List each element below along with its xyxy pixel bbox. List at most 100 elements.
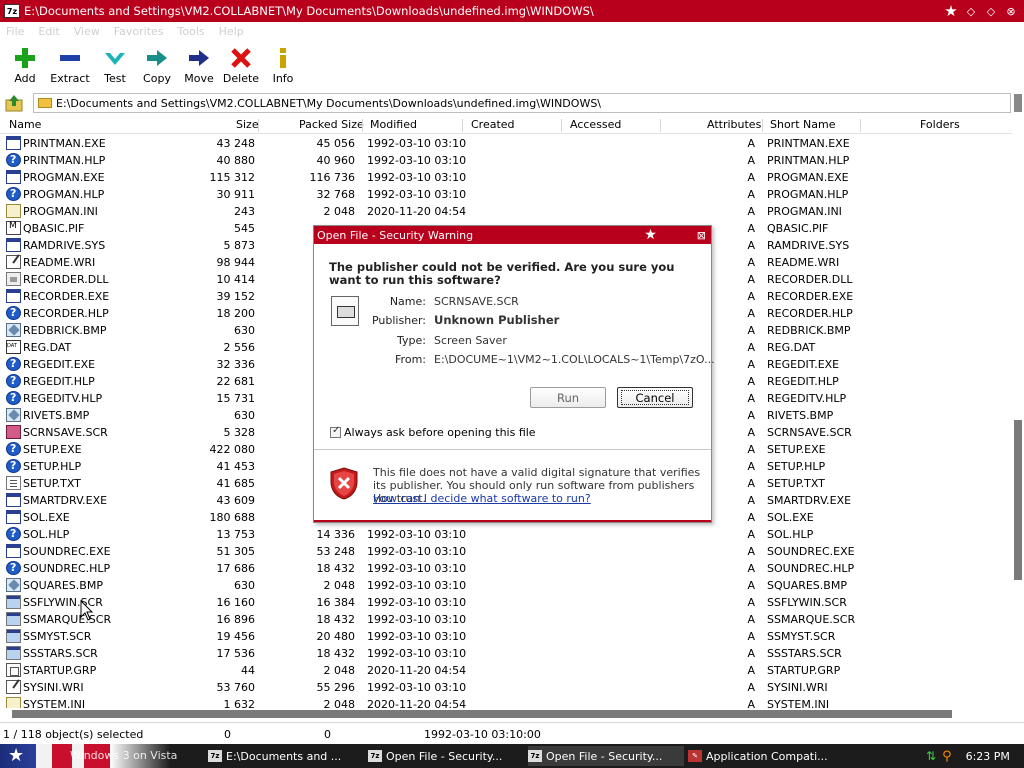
cell-packed-size: 14 336	[316, 528, 356, 541]
network-icon[interactable]: ⇅	[926, 749, 936, 763]
cell-attributes: A	[747, 154, 755, 167]
column-packed-size[interactable]: Packed Size	[299, 118, 364, 131]
address-bar: E:\Documents and Settings\VM2.COLLABNET\…	[0, 91, 1024, 115]
cell-name: SOL.HLP	[23, 528, 70, 541]
dialog-close-icon[interactable]: ⊠	[697, 229, 706, 242]
cell-short-name: SCRNSAVE.SCR	[767, 426, 852, 439]
help-link[interactable]: How can I decide what software to run?	[373, 492, 591, 505]
menu-edit[interactable]: Edit	[38, 25, 59, 38]
star-icon[interactable]: ★	[644, 227, 657, 243]
column-modified[interactable]: Modified	[370, 118, 417, 131]
address-field[interactable]: E:\Documents and Settings\VM2.COLLABNET\…	[33, 93, 1011, 113]
table-row[interactable]: SSMARQUE.SCR 16 896 18 432 1992-03-10 03:10…	[0, 611, 1012, 628]
table-row[interactable]: PROGMAN.HLP 30 911 32 768 1992-03-10 03:10 A…	[0, 186, 1012, 203]
taskbar-item-app-compatibility[interactable]: ✎ Application Compati...	[688, 746, 844, 766]
cell-attributes: A	[747, 613, 755, 626]
table-row[interactable]: SOUNDREC.HLP 17 686 18 432 1992-03-10 03:10…	[0, 560, 1012, 577]
cell-size: 32 336	[216, 358, 256, 371]
cell-modified: 1992-03-10 03:10	[367, 562, 467, 575]
cell-name: SETUP.TXT	[23, 477, 81, 490]
table-row[interactable]: PROGMAN.EXE 115 312 116 736 1992-03-10 03:1…	[0, 169, 1012, 186]
vertical-scroll-thumb[interactable]	[1014, 420, 1022, 580]
cell-modified: 1992-03-10 03:10	[367, 137, 467, 150]
cell-name: SYSINI.WRI	[23, 681, 84, 694]
add-button[interactable]: Add	[4, 42, 46, 90]
info-button[interactable]: Info	[262, 42, 304, 90]
menu-help[interactable]: Help	[219, 25, 244, 38]
table-row[interactable]: SSMYST.SCR 19 456 20 480 1992-03-10 03:10 A S…	[0, 628, 1012, 645]
cell-short-name: PROGMAN.EXE	[767, 171, 849, 184]
start-star-icon: ★	[8, 745, 25, 766]
delete-button[interactable]: Delete	[220, 42, 262, 90]
table-row[interactable]: SYSINI.WRI 53 760 55 296 1992-03-10 03:10 A S…	[0, 679, 1012, 696]
run-button[interactable]: Run	[530, 387, 606, 408]
column-attributes[interactable]: Attributes	[707, 118, 761, 131]
vertical-scrollbar[interactable]	[1012, 115, 1024, 708]
clock[interactable]: 6:23 PM	[966, 750, 1010, 763]
restore-icon[interactable]: ◇	[984, 5, 998, 18]
column-short-name[interactable]: Short Name	[770, 118, 835, 131]
test-button[interactable]: Test	[94, 42, 136, 90]
table-row[interactable]: SSFLYWIN.SCR 16 160 16 384 1992-03-10 03:10…	[0, 594, 1012, 611]
publisher-label: Publisher:	[371, 314, 426, 327]
taskbar-item-7zip-explorer[interactable]: 7z E:\Documents and ...	[208, 746, 364, 766]
menu-file[interactable]: File	[6, 25, 24, 38]
table-row[interactable]: SOUNDREC.EXE 51 305 53 248 1992-03-10 03:10…	[0, 543, 1012, 560]
test-button-label: Test	[104, 72, 126, 85]
cell-name: PRINTMAN.HLP	[23, 154, 106, 167]
cell-name: PROGMAN.EXE	[23, 171, 105, 184]
extract-button[interactable]: Extract	[46, 42, 94, 90]
horizontal-scroll-thumb[interactable]	[12, 710, 952, 718]
file-exe-icon	[6, 510, 21, 524]
taskbar-item-security-warning-1[interactable]: 7z Open File - Security...	[368, 746, 524, 766]
cell-modified: 1992-03-10 03:10	[367, 596, 467, 609]
menu-favorites[interactable]: Favorites	[114, 25, 164, 38]
start-button[interactable]: ★ Windows 3 on Vista	[0, 744, 200, 768]
cell-short-name: REDBRICK.BMP	[767, 324, 851, 337]
horizontal-scrollbar[interactable]	[0, 708, 1012, 720]
column-name[interactable]: Name	[9, 118, 41, 131]
always-ask-label[interactable]: Always ask before opening this file	[344, 426, 536, 439]
file-dat-icon	[6, 340, 21, 354]
column-accessed[interactable]: Accessed	[570, 118, 621, 131]
cell-name: RECORDER.EXE	[23, 290, 110, 303]
cell-short-name: STARTUP.GRP	[767, 664, 841, 677]
star-icon[interactable]: ★	[944, 2, 958, 20]
checkmark-icon	[103, 46, 127, 70]
cell-name: RAMDRIVE.SYS	[23, 239, 106, 252]
cancel-button[interactable]: Cancel	[617, 387, 693, 408]
cell-size: 16 896	[216, 613, 256, 626]
table-row[interactable]: STARTUP.GRP 44 2 048 2020-11-20 04:54 A START…	[0, 662, 1012, 679]
table-row[interactable]: PRINTMAN.HLP 40 880 40 960 1992-03-10 03:10…	[0, 152, 1012, 169]
cell-attributes: A	[747, 596, 755, 609]
minimize-icon[interactable]: ◇	[964, 5, 978, 18]
cell-attributes: A	[747, 307, 755, 320]
always-ask-checkbox[interactable]	[330, 425, 341, 438]
address-scroll-handle[interactable]	[1014, 94, 1022, 112]
table-row[interactable]: SSSTARS.SCR 17 536 18 432 1992-03-10 03:10 A…	[0, 645, 1012, 662]
taskbar-item-security-warning-2[interactable]: 7z Open File - Security...	[528, 746, 684, 766]
search-icon[interactable]: ⚲	[942, 749, 952, 764]
close-icon[interactable]: ⊗	[1004, 5, 1018, 18]
type-value: Screen Saver	[434, 334, 507, 347]
table-row[interactable]: PRINTMAN.EXE 43 248 45 056 1992-03-10 03:10…	[0, 135, 1012, 152]
mouse-cursor-icon	[80, 600, 94, 621]
cell-size: 17 686	[216, 562, 256, 575]
column-size[interactable]: Size	[236, 118, 259, 131]
copy-button[interactable]: Copy	[136, 42, 178, 90]
extract-button-label: Extract	[50, 72, 90, 85]
table-row[interactable]: SYSTEM.INI 1 632 2 048 2020-11-20 04:54 A SYS…	[0, 696, 1012, 708]
column-folders[interactable]: Folders	[920, 118, 960, 131]
move-button[interactable]: Move	[178, 42, 220, 90]
table-row[interactable]: SQUARES.BMP 630 2 048 1992-03-10 03:10 A SQUA…	[0, 577, 1012, 594]
table-row[interactable]: PROGMAN.INI 243 2 048 2020-11-20 04:54 A PROG…	[0, 203, 1012, 220]
menu-view[interactable]: View	[74, 25, 100, 38]
table-row[interactable]: SOL.HLP 13 753 14 336 1992-03-10 03:10 A SOL.…	[0, 526, 1012, 543]
menu-tools[interactable]: Tools	[178, 25, 205, 38]
column-created[interactable]: Created	[471, 118, 515, 131]
cell-modified: 1992-03-10 03:10	[367, 171, 467, 184]
up-folder-button[interactable]	[3, 93, 25, 113]
dialog-divider	[314, 449, 711, 450]
file-ini-icon	[6, 204, 21, 218]
cell-attributes: A	[747, 579, 755, 592]
